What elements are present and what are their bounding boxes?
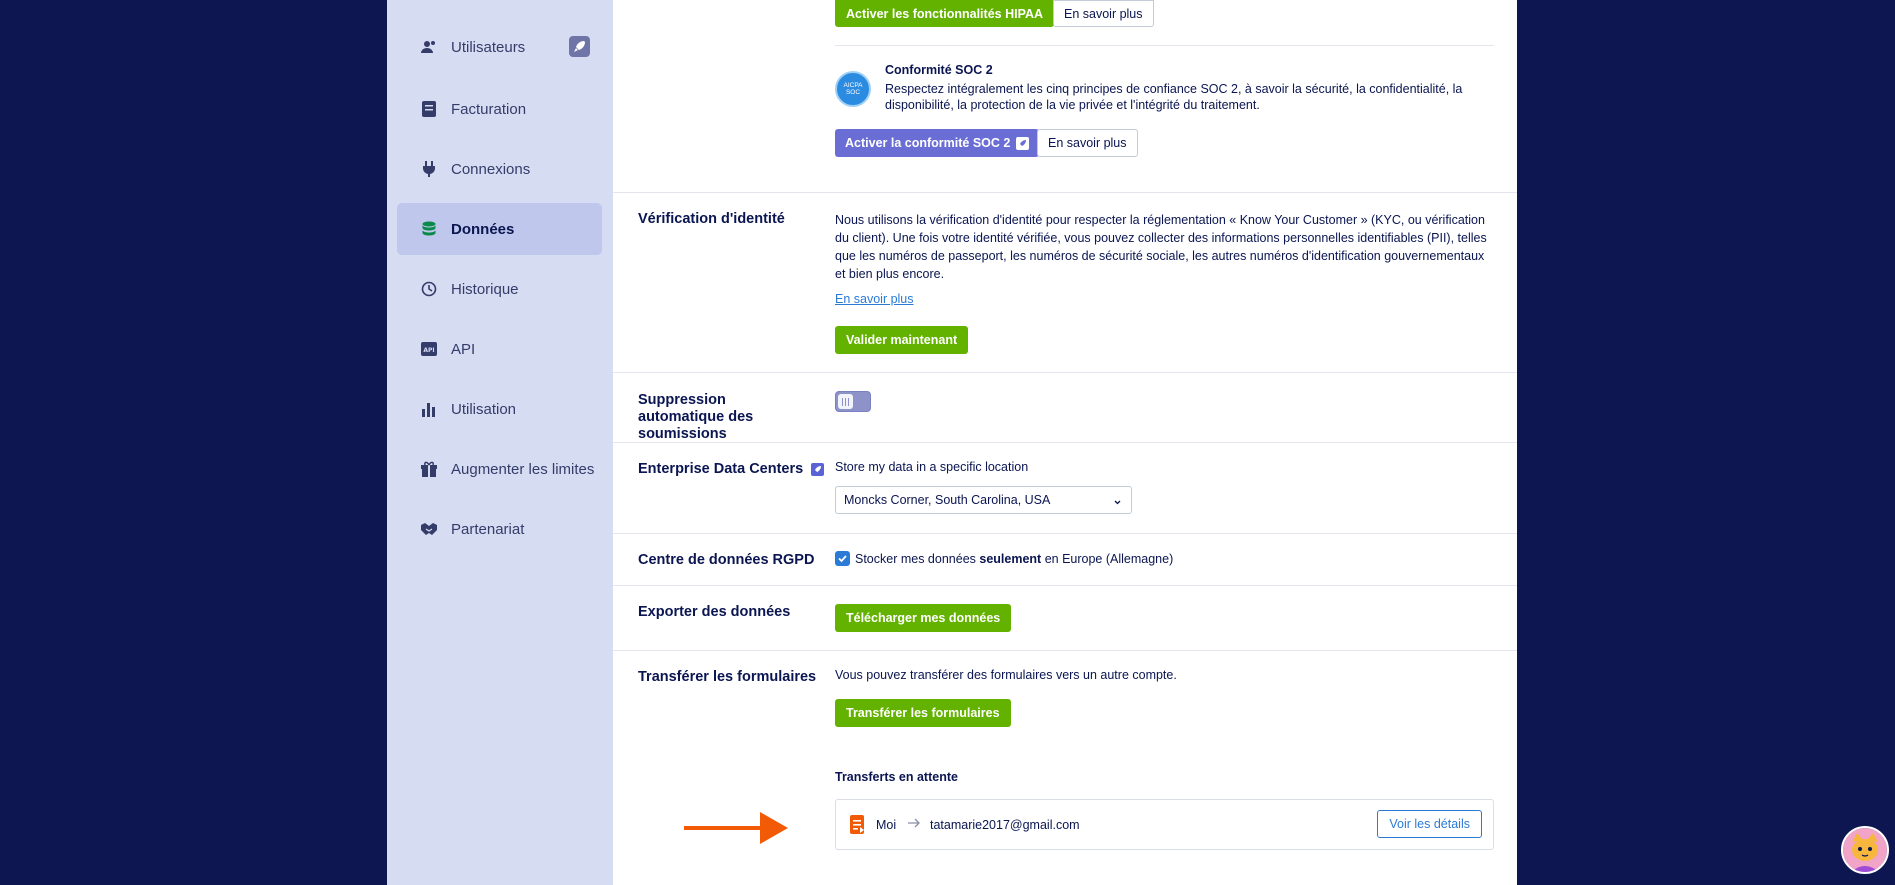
enterprise-data-centers-label: Enterprise Data Centers xyxy=(638,461,825,478)
validate-now-button[interactable]: Valider maintenant xyxy=(835,326,969,354)
auto-delete-row: Suppression automatique des soumissions xyxy=(613,372,1517,442)
hipaa-learn-more-button[interactable]: En savoir plus xyxy=(1053,0,1154,27)
data-settings-panel: Activer les fonctionnalités HIPAA En sav… xyxy=(613,0,1517,885)
divider xyxy=(835,45,1494,46)
soc2-badge-line2: SOC xyxy=(845,89,861,96)
soc2-badge-line1: AICPA xyxy=(843,82,863,89)
sidebar-item-data[interactable]: Données xyxy=(397,203,602,255)
transfer-forms-label: Transférer les formulaires xyxy=(638,669,817,685)
plug-icon xyxy=(421,161,437,177)
database-icon xyxy=(421,221,437,237)
activate-soc2-label: Activer la conformité SOC 2 xyxy=(845,136,1011,150)
auto-delete-label: Suppression automatique des soumissions xyxy=(638,392,754,442)
billing-icon xyxy=(421,101,437,117)
gdpr-text-bold: seulement xyxy=(979,552,1042,566)
sidebar-item-label: Augmenter les limites xyxy=(451,460,595,478)
view-details-button[interactable]: Voir les détails xyxy=(1377,810,1482,838)
rocket-icon xyxy=(811,463,825,476)
gdpr-text-prefix: Stocker mes données xyxy=(855,552,980,566)
export-data-label: Exporter des données xyxy=(638,604,791,620)
settings-sidebar: Utilisateurs Facturation Connexions Donn… xyxy=(387,0,613,885)
form-document-icon xyxy=(850,815,866,839)
api-icon: API xyxy=(421,341,437,357)
transfer-forms-button[interactable]: Transférer les formulaires xyxy=(835,699,1011,727)
transfer-recipient-email: tatamarie2017@gmail.com xyxy=(930,818,1080,832)
gdpr-row: Centre de données RGPD Stocker mes donné… xyxy=(613,533,1517,585)
sidebar-item-history[interactable]: Historique xyxy=(397,263,602,315)
soc2-learn-more-button[interactable]: En savoir plus xyxy=(1037,129,1138,157)
pending-transfer-item: Moi tatamarie2017@gmail.com Voir les dét… xyxy=(835,799,1494,850)
sidebar-item-increase-limits[interactable]: Augmenter les limites xyxy=(397,443,602,495)
cat-mascot-icon xyxy=(1843,828,1887,872)
sidebar-item-label: API xyxy=(451,340,476,358)
history-icon xyxy=(421,281,437,297)
arrow-right-icon xyxy=(907,816,921,835)
enterprise-data-centers-row: Enterprise Data Centers Store my data in… xyxy=(613,442,1517,533)
sidebar-item-label: Utilisation xyxy=(451,400,517,418)
identity-verification-description: Nous utilisons la vérification d'identit… xyxy=(835,213,1487,281)
sidebar-item-label: Facturation xyxy=(451,100,527,118)
users-icon xyxy=(421,39,437,55)
sidebar-item-partnership[interactable]: Partenariat xyxy=(397,503,602,555)
activate-hipaa-button[interactable]: Activer les fonctionnalités HIPAA xyxy=(835,0,1055,27)
handshake-icon xyxy=(421,521,437,537)
enterprise-data-centers-label-text: Enterprise Data Centers xyxy=(638,461,804,477)
assistant-avatar-button[interactable] xyxy=(1841,826,1889,874)
download-data-button[interactable]: Télécharger mes données xyxy=(835,604,1012,632)
sidebar-item-label: Partenariat xyxy=(451,520,525,538)
rocket-icon xyxy=(569,36,590,57)
soc2-description: Respectez intégralement les cinq princip… xyxy=(885,82,1463,112)
auto-delete-toggle[interactable] xyxy=(835,391,871,412)
soc2-badge-icon: AICPA SOC xyxy=(835,71,871,107)
sidebar-item-users[interactable]: Utilisateurs xyxy=(397,21,602,73)
gdpr-checkbox[interactable] xyxy=(835,551,850,566)
annotation-arrow xyxy=(684,812,788,844)
gdpr-label: Centre de données RGPD xyxy=(638,552,815,568)
data-location-select[interactable]: Moncks Corner, South Carolina, USA xyxy=(835,486,1132,514)
identity-verification-row: Vérification d'identité Nous utilisons l… xyxy=(613,192,1517,372)
gift-icon xyxy=(421,461,437,477)
rocket-icon xyxy=(1016,136,1030,150)
identity-learn-more-link[interactable]: En savoir plus xyxy=(835,292,914,306)
sidebar-item-label: Données xyxy=(451,220,515,238)
sidebar-item-api[interactable]: API API xyxy=(397,323,602,375)
sidebar-item-usage[interactable]: Utilisation xyxy=(397,383,602,435)
pending-transfers-title: Transferts en attente xyxy=(835,770,958,784)
gdpr-checkbox-label: Stocker mes données seulement en Europe … xyxy=(855,550,1173,568)
checkmark-icon xyxy=(838,555,847,563)
identity-verification-label: Vérification d'identité xyxy=(638,211,785,227)
sidebar-item-label: Historique xyxy=(451,280,519,298)
sidebar-item-billing[interactable]: Facturation xyxy=(397,83,602,135)
data-location-value: Moncks Corner, South Carolina, USA xyxy=(844,493,1051,507)
sidebar-item-label: Utilisateurs xyxy=(451,38,526,56)
chevron-down-icon xyxy=(1113,496,1122,510)
bar-chart-icon xyxy=(421,401,437,417)
svg-text:API: API xyxy=(423,347,434,354)
activate-soc2-button[interactable]: Activer la conformité SOC 2 xyxy=(835,129,1040,157)
sidebar-item-connections[interactable]: Connexions xyxy=(397,143,602,195)
export-data-row: Exporter des données Télécharger mes don… xyxy=(613,585,1517,650)
soc2-title: Conformité SOC 2 xyxy=(885,63,993,77)
transfer-forms-description: Vous pouvez transférer des formulaires v… xyxy=(835,668,1177,682)
toggle-knob xyxy=(838,394,853,409)
gdpr-text-suffix: en Europe (Allemagne) xyxy=(1041,552,1174,566)
enterprise-data-centers-description: Store my data in a specific location xyxy=(835,460,1029,474)
sidebar-item-label: Connexions xyxy=(451,160,531,178)
transfer-from: Moi xyxy=(876,818,897,832)
